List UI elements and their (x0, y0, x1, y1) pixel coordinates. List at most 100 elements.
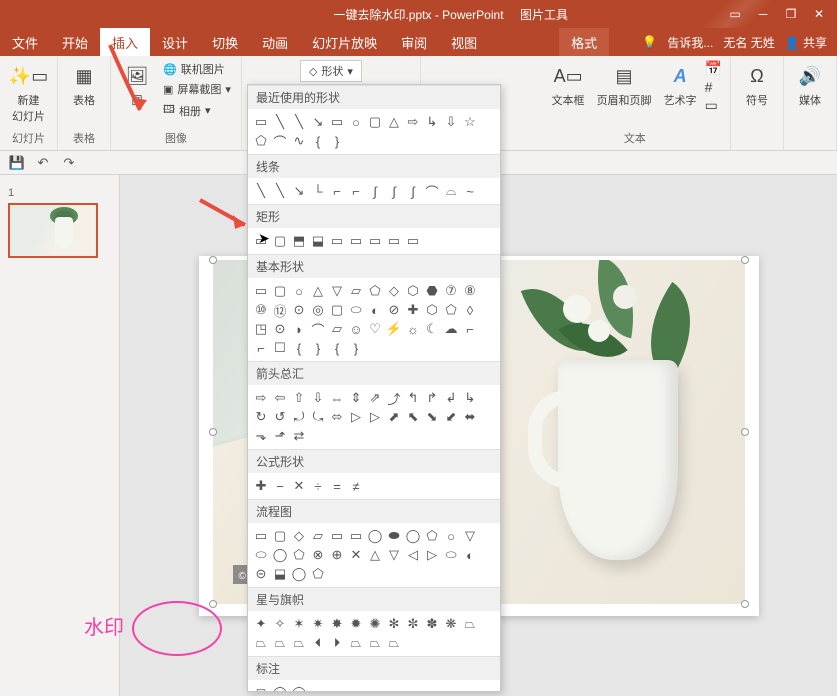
shape-s1[interactable]: ✦ (252, 615, 270, 633)
share-button[interactable]: 👤 共享 (785, 34, 827, 51)
shape-line-c[interactable]: ↘ (290, 182, 308, 200)
shape-ar21[interactable]: ⬉ (404, 408, 422, 426)
shape-b19[interactable]: ◐ (366, 301, 384, 319)
shape-s18[interactable]: ⏢ (347, 634, 365, 652)
shape-f27[interactable]: ◯ (290, 565, 308, 583)
object-button[interactable]: ▭ (705, 97, 722, 114)
shape-elbow2[interactable]: ⌐ (328, 182, 346, 200)
shape-arrow-d[interactable]: ⇩ (442, 113, 460, 131)
photo-album-button[interactable]: 🖽相册 ▾ (161, 100, 233, 121)
shape-f12[interactable]: ▽ (461, 527, 479, 545)
slide-thumbnail-1[interactable] (8, 203, 98, 258)
shape-b42[interactable]: } (347, 339, 365, 357)
pictures-button[interactable]: 🖼 图 (119, 60, 155, 121)
shape-ar6[interactable]: ⇕ (347, 389, 365, 407)
shape-f22[interactable]: ▷ (423, 546, 441, 564)
shape-b38[interactable]: ☐ (271, 339, 289, 357)
shape-b5[interactable]: ▽ (328, 282, 346, 300)
shape-c4[interactable]: ☁ (309, 684, 327, 692)
shape-b26[interactable]: ⊙ (271, 320, 289, 338)
shape-s4[interactable]: ✷ (309, 615, 327, 633)
shape-f4[interactable]: ▱ (309, 527, 327, 545)
shape-b1[interactable]: ▭ (252, 282, 270, 300)
shape-b33[interactable]: ☼ (404, 320, 422, 338)
shape-f1[interactable]: ▭ (252, 527, 270, 545)
shape-c6[interactable]: ▭ (347, 684, 365, 692)
tab-transition[interactable]: 切换 (200, 28, 250, 56)
shape-b6[interactable]: ▱ (347, 282, 365, 300)
shape-f3[interactable]: ◇ (290, 527, 308, 545)
shape-f6[interactable]: ▭ (347, 527, 365, 545)
shape-f18[interactable]: ✕ (347, 546, 365, 564)
shape-f14[interactable]: ◯ (271, 546, 289, 564)
shape-eq2[interactable]: − (271, 477, 289, 495)
shape-s10[interactable]: ✽ (423, 615, 441, 633)
ribbon-options-icon[interactable]: ▭ (725, 4, 745, 24)
new-slide-button[interactable]: ✨▭ 新建 幻灯片 (8, 60, 49, 126)
tab-review[interactable]: 审阅 (389, 28, 439, 56)
shape-ar11[interactable]: ↲ (442, 389, 460, 407)
shape-b17[interactable]: ▢ (328, 301, 346, 319)
shape-c7[interactable]: ▭ (366, 684, 384, 692)
shape-b25[interactable]: ◳ (252, 320, 270, 338)
shape-curve-c[interactable]: ∫ (404, 182, 422, 200)
tab-design[interactable]: 设计 (150, 28, 200, 56)
shape-f13[interactable]: ⬭ (252, 546, 270, 564)
shape-b2[interactable]: ▢ (271, 282, 289, 300)
shape-b22[interactable]: ⬡ (423, 301, 441, 319)
shape-b37[interactable]: ⌐ (252, 339, 270, 357)
shape-c9[interactable]: ▭ (404, 684, 422, 692)
shape-ar25[interactable]: ⬎ (252, 427, 270, 445)
shape-ar9[interactable]: ↰ (404, 389, 422, 407)
shape-b18[interactable]: ⬭ (347, 301, 365, 319)
shape-f16[interactable]: ⊗ (309, 546, 327, 564)
shape-rect6[interactable]: ▭ (347, 232, 365, 250)
media-button[interactable]: 🔊媒体 (792, 60, 828, 110)
tab-file[interactable]: 文件 (0, 28, 50, 56)
shape-ar5[interactable]: ⇔ (328, 389, 346, 407)
shape-b36[interactable]: ⌐ (461, 320, 479, 338)
shape-rect[interactable]: ▭ (328, 113, 346, 131)
shape-f28[interactable]: ⬠ (309, 565, 327, 583)
shape-f8[interactable]: ⬬ (385, 527, 403, 545)
shape-s5[interactable]: ✸ (328, 615, 346, 633)
restore-icon[interactable]: ❐ (781, 4, 801, 24)
shape-scribble[interactable]: ⌓ (442, 182, 460, 200)
shape-b39[interactable]: { (290, 339, 308, 357)
shape-b31[interactable]: ♡ (366, 320, 384, 338)
shape-b24[interactable]: ◊ (461, 301, 479, 319)
shape-b40[interactable]: } (309, 339, 327, 357)
shape-ar24[interactable]: ⬌ (461, 408, 479, 426)
shape-elbow[interactable]: └ (309, 182, 327, 200)
shape-s16[interactable]: ⏴ (309, 634, 327, 652)
shape-ar10[interactable]: ↱ (423, 389, 441, 407)
wordart-button[interactable]: A艺术字 (660, 60, 701, 114)
close-icon[interactable]: ✕ (809, 4, 829, 24)
shape-s9[interactable]: ✼ (404, 615, 422, 633)
shape-b11[interactable]: ⑦ (442, 282, 460, 300)
shape-f15[interactable]: ⬠ (290, 546, 308, 564)
shape-ar7[interactable]: ⇗ (366, 389, 384, 407)
shape-ar17[interactable]: ⬄ (328, 408, 346, 426)
shape-b14[interactable]: ⑫ (271, 301, 289, 319)
shape-c11[interactable]: ▭ (442, 684, 460, 692)
shape-b20[interactable]: ⊘ (385, 301, 403, 319)
shape-ar16[interactable]: ⤿ (309, 408, 327, 426)
shape-ar13[interactable]: ↻ (252, 408, 270, 426)
shape-b28[interactable]: ⌒ (309, 320, 327, 338)
shape-b10[interactable]: ⬣ (423, 282, 441, 300)
shape-s2[interactable]: ✧ (271, 615, 289, 633)
shape-ar15[interactable]: ⤾ (290, 408, 308, 426)
shape-ar19[interactable]: ▷ (366, 408, 384, 426)
shape-s20[interactable]: ⏢ (385, 634, 403, 652)
shape-f5[interactable]: ▭ (328, 527, 346, 545)
shape-b8[interactable]: ◇ (385, 282, 403, 300)
shape-b3[interactable]: ○ (290, 282, 308, 300)
tab-slideshow[interactable]: 幻灯片放映 (300, 28, 389, 56)
shape-s3[interactable]: ✶ (290, 615, 308, 633)
textbox-button[interactable]: A▭文本框 (548, 60, 589, 114)
shape-rect5[interactable]: ▭ (328, 232, 346, 250)
shape-ar1[interactable]: ⇨ (252, 389, 270, 407)
shape-ar2[interactable]: ⇦ (271, 389, 289, 407)
shape-c12[interactable]: ▭ (461, 684, 479, 692)
